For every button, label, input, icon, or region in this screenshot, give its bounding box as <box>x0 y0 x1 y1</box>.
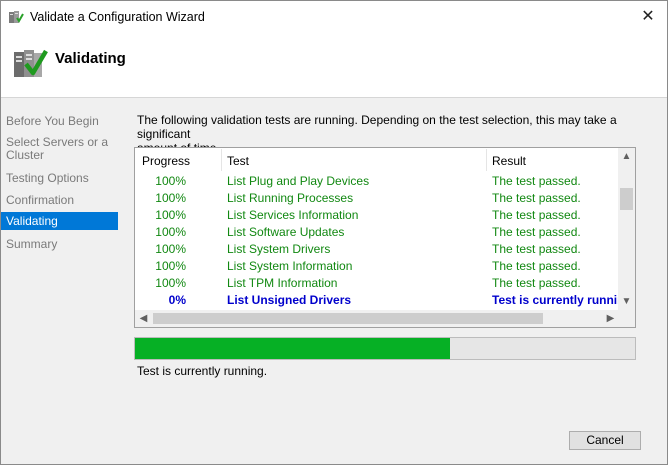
row-result: The test passed. <box>492 242 581 256</box>
wizard-window: Validate a Configuration Wizard ✕ Valida… <box>0 0 668 465</box>
scroll-down-icon[interactable]: ▼ <box>618 293 635 310</box>
row-progress: 100% <box>155 191 186 205</box>
row-progress: 100% <box>155 208 186 222</box>
scroll-up-icon[interactable]: ▲ <box>618 148 635 165</box>
table-row[interactable]: 100% List Running Processes The test pas… <box>135 190 619 207</box>
scroll-left-icon[interactable]: ◀ <box>135 310 152 327</box>
table-row[interactable]: 100% List System Drivers The test passed… <box>135 241 619 258</box>
page-title: Validating <box>55 50 126 67</box>
column-header-test[interactable]: Test <box>227 154 249 168</box>
row-progress: 100% <box>155 225 186 239</box>
column-header-result[interactable]: Result <box>492 154 526 168</box>
table-row[interactable]: 100% List Plug and Play Devices The test… <box>135 173 619 190</box>
validation-progress-bar <box>134 337 636 360</box>
intro-line-1: The following validation tests are runni… <box>137 113 617 141</box>
table-row[interactable]: 100% List Software Updates The test pass… <box>135 224 619 241</box>
row-result: The test passed. <box>492 225 581 239</box>
nav-item-select-servers[interactable]: Select Servers or a <box>1 135 118 149</box>
row-progress: 0% <box>168 293 186 307</box>
row-test: List System Information <box>227 259 353 273</box>
column-header-progress[interactable]: Progress <box>142 154 190 168</box>
row-test: List Unsigned Drivers <box>227 293 352 307</box>
nav-item-validating[interactable]: Validating <box>1 212 118 230</box>
cluster-app-icon <box>9 11 24 23</box>
nav-item-confirmation[interactable]: Confirmation <box>1 193 118 207</box>
row-test: List TPM Information <box>227 276 338 290</box>
row-test: List Running Processes <box>227 191 354 205</box>
validate-wizard-icon <box>14 49 48 77</box>
row-progress: 100% <box>155 174 186 188</box>
table-row[interactable]: 100% List TPM Information The test passe… <box>135 275 619 292</box>
table-row[interactable]: 100% List System Information The test pa… <box>135 258 619 275</box>
row-result: The test passed. <box>492 191 581 205</box>
scroll-right-icon[interactable]: ▶ <box>602 310 619 327</box>
window-title: Validate a Configuration Wizard <box>30 10 205 24</box>
row-result: The test passed. <box>492 208 581 222</box>
vertical-scroll-thumb[interactable] <box>620 188 633 210</box>
nav-item-select-servers-line2[interactable]: Cluster <box>1 148 118 162</box>
vertical-scrollbar[interactable]: ▲ ▼ <box>618 148 635 310</box>
nav-item-before-you-begin[interactable]: Before You Begin <box>1 114 118 128</box>
table-row[interactable]: 100% List Services Information The test … <box>135 207 619 224</box>
cancel-button[interactable]: Cancel <box>569 431 641 450</box>
wizard-steps-nav: Before You Begin Select Servers or a Clu… <box>1 98 121 464</box>
nav-item-summary[interactable]: Summary <box>1 237 118 251</box>
row-progress: 100% <box>155 276 186 290</box>
scrollbar-corner <box>618 310 635 327</box>
row-progress: 100% <box>155 242 186 256</box>
row-test: List System Drivers <box>227 242 331 256</box>
row-test: List Plug and Play Devices <box>227 174 370 188</box>
row-test: List Services Information <box>227 208 359 222</box>
title-bar: Validate a Configuration Wizard ✕ <box>1 1 667 33</box>
main-content: The following validation tests are runni… <box>121 98 667 464</box>
column-divider[interactable] <box>221 149 222 171</box>
status-text: Test is currently running. <box>137 364 268 378</box>
row-result: The test passed. <box>492 174 581 188</box>
horizontal-scrollbar[interactable]: ◀ ▶ <box>135 310 619 327</box>
row-result: Test is currently running. <box>492 293 618 307</box>
progress-fill <box>135 338 450 359</box>
nav-item-testing-options[interactable]: Testing Options <box>1 171 118 185</box>
close-icon[interactable]: ✕ <box>637 7 659 27</box>
row-result: The test passed. <box>492 276 581 290</box>
horizontal-scroll-thumb[interactable] <box>153 313 543 324</box>
table-row-running[interactable]: 0% List Unsigned Drivers Test is current… <box>135 292 619 309</box>
row-test: List Software Updates <box>227 225 345 239</box>
wizard-header: Validating <box>1 33 667 97</box>
validation-test-list[interactable]: Progress Test Result 100% List Plug and … <box>134 147 636 328</box>
row-progress: 100% <box>155 259 186 273</box>
row-result: The test passed. <box>492 259 581 273</box>
column-divider[interactable] <box>486 149 487 171</box>
